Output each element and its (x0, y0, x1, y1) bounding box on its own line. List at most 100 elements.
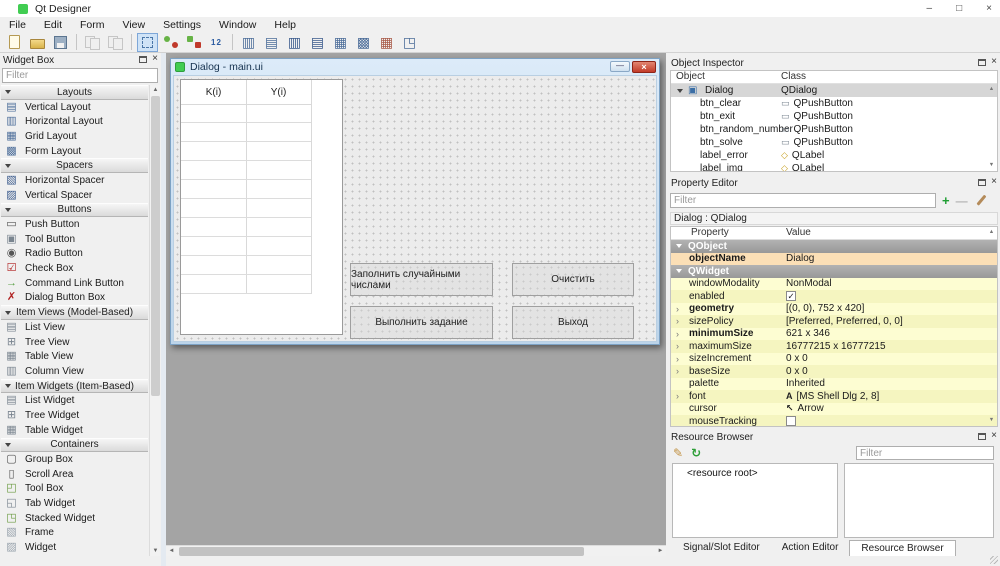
property-group-qobject[interactable]: QObject (671, 240, 997, 253)
open-form-icon[interactable] (27, 33, 48, 52)
menu-edit[interactable]: Edit (35, 19, 71, 31)
property-group-qwidget[interactable]: QWidget (671, 265, 997, 278)
widget-box-filter-input[interactable] (2, 68, 158, 83)
widget-list-widget[interactable]: ▤List Widget (1, 393, 148, 408)
break-layout-icon[interactable]: ▦ (376, 33, 397, 52)
configure-property-editor-icon[interactable] (974, 194, 988, 207)
float-panel-icon[interactable] (978, 433, 986, 440)
widget-table-widget[interactable]: ▦Table Widget (1, 423, 148, 438)
property-row-palette[interactable]: paletteInherited (671, 378, 997, 391)
property-row-geometry[interactable]: ›geometry[(0, 0), 752 x 420] (671, 303, 997, 316)
menu-settings[interactable]: Settings (154, 19, 210, 31)
widget-vertical-spacer[interactable]: ▨Vertical Spacer (1, 188, 148, 203)
layout-vertical-splitter-icon[interactable]: ▤ (307, 33, 328, 52)
scroll-up-icon[interactable]: ▲ (987, 228, 996, 237)
btn-solve[interactable]: Выполнить задание (350, 306, 493, 339)
widget-check-box[interactable]: ☑Check Box (1, 261, 148, 276)
widget-widget[interactable]: ▨Widget (1, 540, 148, 555)
widget-tree-view[interactable]: ⊞Tree View (1, 335, 148, 350)
property-row-minimumsize[interactable]: ›minimumSize621 x 346 (671, 328, 997, 341)
expand-icon[interactable]: › (676, 329, 679, 339)
add-dynamic-property-icon[interactable]: + (942, 194, 950, 207)
btn-clear[interactable]: Очистить (512, 263, 634, 296)
btn-exit[interactable]: Выход (512, 306, 634, 339)
tab-resource-browser[interactable]: Resource Browser (849, 540, 955, 556)
property-row-cursor[interactable]: cursor↖Arrow (671, 403, 997, 416)
minimize-button[interactable]: – (927, 3, 933, 14)
menu-view[interactable]: View (114, 19, 155, 31)
edit-signals-slots-icon[interactable] (160, 33, 181, 52)
property-row-sizepolicy[interactable]: ›sizePolicy[Preferred, Preferred, 0, 0] (671, 315, 997, 328)
expand-icon[interactable]: › (676, 304, 679, 314)
expander-icon[interactable] (677, 89, 683, 93)
form-canvas[interactable]: K(i) Y(i) Заполнить случайными числами О… (173, 75, 657, 342)
object-row-btn-exit[interactable]: btn_exit ▭QPushButton (671, 110, 997, 123)
widget-tab-widget[interactable]: ◱Tab Widget (1, 496, 148, 511)
property-row-enabled[interactable]: enabled✓ (671, 290, 997, 303)
widget-list-view[interactable]: ▤List View (1, 320, 148, 335)
tab-action-editor[interactable]: Action Editor (771, 540, 850, 556)
float-panel-icon[interactable] (978, 59, 986, 66)
form-minimize-button[interactable]: — (610, 61, 630, 72)
float-panel-icon[interactable] (978, 179, 986, 186)
btn-random-number[interactable]: Заполнить случайными числами (350, 263, 493, 296)
form-titlebar[interactable]: Dialog - main.ui — × (171, 59, 659, 74)
property-row-font[interactable]: ›fontA[MS Shell Dlg 2, 8] (671, 390, 997, 403)
scroll-up-icon[interactable]: ▲ (987, 85, 996, 94)
widget-box-header[interactable]: Widget Box × (0, 53, 161, 67)
widget-form-layout[interactable]: ▩Form Layout (1, 144, 148, 159)
resource-browser-header[interactable]: Resource Browser × (668, 430, 1000, 444)
form-close-button[interactable]: × (632, 61, 656, 73)
widget-frame[interactable]: ▧Frame (1, 526, 148, 541)
menu-file[interactable]: File (0, 19, 35, 31)
maximize-button[interactable]: □ (956, 3, 962, 14)
app-titlebar[interactable]: Qt Designer – □ × (0, 0, 1000, 17)
close-panel-icon[interactable]: × (991, 177, 997, 187)
expand-icon[interactable]: › (676, 316, 679, 326)
widget-horizontal-spacer[interactable]: ▧Horizontal Spacer (1, 173, 148, 188)
close-panel-icon[interactable]: × (152, 54, 158, 64)
widget-horizontal-layout[interactable]: ▥Horizontal Layout (1, 114, 148, 129)
property-row-windowmodality[interactable]: windowModalityNonModal (671, 278, 997, 291)
scroll-left-icon[interactable]: ◄ (166, 546, 177, 556)
widget-tool-button[interactable]: ▣Tool Button (1, 232, 148, 247)
adjust-size-icon[interactable]: ◳ (399, 33, 420, 52)
edit-tab-order-icon[interactable]: 12 (206, 33, 227, 52)
menu-window[interactable]: Window (210, 19, 265, 31)
property-row-maximumsize[interactable]: ›maximumSize16777215 x 16777215 (671, 340, 997, 353)
widget-box-scrollbar[interactable]: ▲ ▼ (149, 85, 160, 556)
expand-icon[interactable]: › (676, 366, 679, 376)
layout-vertically-icon[interactable]: ▤ (261, 33, 282, 52)
section-containers[interactable]: Containers (1, 438, 148, 453)
checkbox-checked[interactable]: ✓ (786, 291, 796, 301)
new-form-icon[interactable] (4, 33, 25, 52)
reload-resources-icon[interactable]: ↻ (691, 446, 701, 460)
object-row-label-error[interactable]: label_error ◇QLabel (671, 149, 997, 162)
table-rows[interactable] (181, 104, 311, 294)
property-row-sizeincrement[interactable]: ›sizeIncrement0 x 0 (671, 353, 997, 366)
layout-form-icon[interactable]: ▩ (353, 33, 374, 52)
widget-command-link-button[interactable]: →Command Link Button (1, 276, 148, 291)
layout-horizontally-icon[interactable]: ▥ (238, 33, 259, 52)
form-window[interactable]: Dialog - main.ui — × K(i) Y(i) Заполнить… (170, 58, 660, 345)
resize-grip[interactable] (990, 556, 998, 564)
menu-help[interactable]: Help (265, 19, 305, 31)
menu-form[interactable]: Form (71, 19, 114, 31)
object-inspector-scrollbar[interactable]: ▲ ▼ (987, 71, 997, 171)
float-panel-icon[interactable] (139, 56, 147, 63)
close-panel-icon[interactable]: × (991, 431, 997, 441)
close-panel-icon[interactable]: × (991, 57, 997, 67)
scroll-down-icon[interactable]: ▼ (150, 546, 161, 556)
property-editor-scrollbar[interactable]: ▲ ▼ (987, 227, 997, 426)
section-item-views[interactable]: Item Views (Model-Based) (1, 305, 148, 320)
section-buttons[interactable]: Buttons (1, 203, 148, 218)
expand-icon[interactable]: › (676, 391, 679, 401)
edit-buddies-icon[interactable] (183, 33, 204, 52)
layout-horizontal-splitter-icon[interactable]: ▥ (284, 33, 305, 52)
property-row-basesize[interactable]: ›baseSize0 x 0 (671, 365, 997, 378)
scroll-down-icon[interactable]: ▼ (987, 416, 996, 425)
layout-grid-icon[interactable]: ▦ (330, 33, 351, 52)
expand-icon[interactable]: › (676, 354, 679, 364)
resource-detail-pane[interactable] (844, 463, 994, 538)
scrollbar-thumb[interactable] (151, 96, 160, 396)
